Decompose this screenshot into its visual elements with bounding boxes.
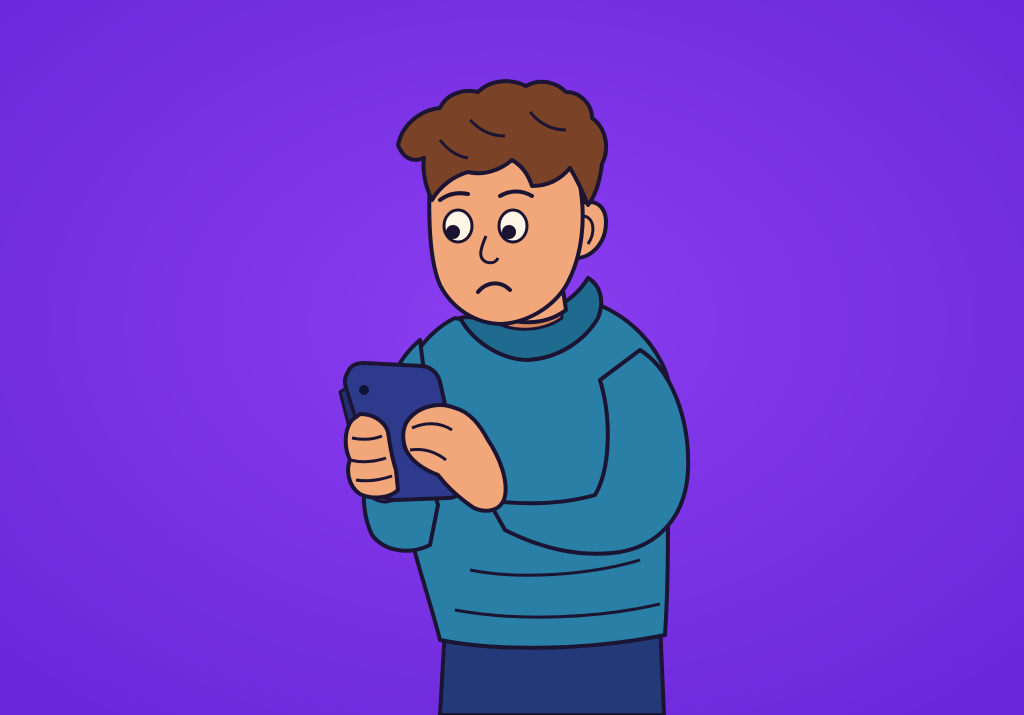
left-pupil — [446, 225, 460, 239]
right-pupil — [502, 225, 516, 239]
person-with-phone-illustration — [0, 0, 1024, 715]
illustration-canvas — [0, 0, 1024, 715]
phone-camera — [359, 385, 369, 395]
left-eye — [442, 208, 474, 244]
